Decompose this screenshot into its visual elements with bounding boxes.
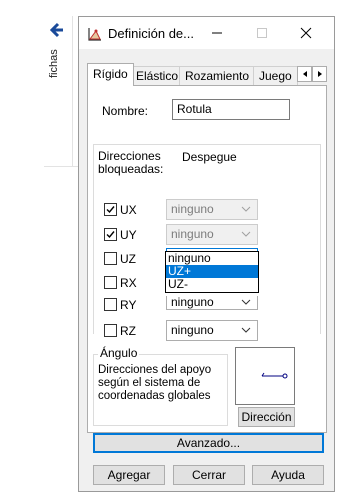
direccion-button[interactable]: Dirección [238,407,295,427]
tab-scroll-right-button[interactable] [312,66,327,82]
close-dialog-button[interactable]: Cerrar [173,465,245,485]
maximize-button [242,17,282,49]
chevron-down-icon [241,327,251,333]
minimize-icon [212,32,222,34]
despegue-header: Despegue [182,150,237,164]
side-panel: fichas [0,0,78,501]
ry-label: RY [120,298,137,312]
close-icon [300,27,312,39]
minimize-button[interactable] [197,17,237,49]
angulo-description: Direcciones del apoyo según el sistema d… [98,364,212,402]
angulo-label: Ángulo [98,346,140,360]
tab-elastico[interactable]: Elástico [130,66,185,86]
uy-despegue-select: ninguno [166,224,258,245]
ry-checkbox[interactable] [104,298,117,311]
nombre-input[interactable]: Rotula [172,99,290,120]
side-divider [44,166,78,167]
ux-label: UX [120,203,137,217]
nombre-label: Nombre: [102,104,149,118]
chevron-down-icon [241,299,251,305]
ux-checkbox[interactable] [104,203,117,216]
checkmark-icon [106,206,115,214]
help-button[interactable]: Ayuda [252,465,324,485]
uz-checkbox[interactable] [104,252,117,265]
app-icon [88,28,101,41]
dialog-title: Definición de... [108,26,194,41]
title-bar[interactable]: Definición de... [79,17,334,49]
dropdown-option-uz-minus[interactable]: UZ- [166,278,258,291]
direction-arrow-icon [261,372,288,379]
direction-preview [235,347,295,405]
side-label-fichas[interactable]: fichas [48,44,68,84]
chevron-down-icon [241,231,251,237]
uy-checkbox[interactable] [104,228,117,241]
chevron-right-icon [317,71,322,77]
ux-despegue-value: ninguno [171,202,214,216]
uy-label: UY [120,228,137,242]
close-button[interactable] [286,17,326,49]
uz-despegue-dropdown: ninguno UZ+ UZ- [165,251,259,293]
tab-rigido[interactable]: Rígido [87,63,134,86]
uz-label: UZ [120,252,136,266]
uy-despegue-value: ninguno [171,227,214,241]
tab-strip: Rígido Elástico Rozamiento Juego [87,63,327,86]
rz-label: RZ [120,324,136,338]
tab-rozamiento[interactable]: Rozamiento [179,66,256,86]
rz-despegue-value: ninguno [171,323,214,337]
add-button[interactable]: Agregar [93,465,165,485]
ux-despegue-select: ninguno [166,199,258,220]
maximize-icon [257,28,267,38]
checkmark-icon [106,231,115,239]
ry-despegue-select[interactable]: ninguno [166,296,258,310]
blocked-directions-header: Direcciones bloqueadas: [98,149,164,176]
ry-despegue-value: ninguno [171,296,214,309]
rx-checkbox[interactable] [104,276,117,289]
rx-label: RX [120,276,137,290]
arrow-left-icon[interactable] [50,20,64,40]
rz-despegue-select[interactable]: ninguno [166,320,258,341]
chevron-down-icon [241,206,251,212]
rz-checkbox[interactable] [104,324,117,337]
advanced-button[interactable]: Avanzado... [93,433,324,453]
chevron-left-icon [302,71,307,77]
tab-juego[interactable]: Juego [253,66,298,86]
tab-scroll-left-button[interactable] [297,66,312,82]
